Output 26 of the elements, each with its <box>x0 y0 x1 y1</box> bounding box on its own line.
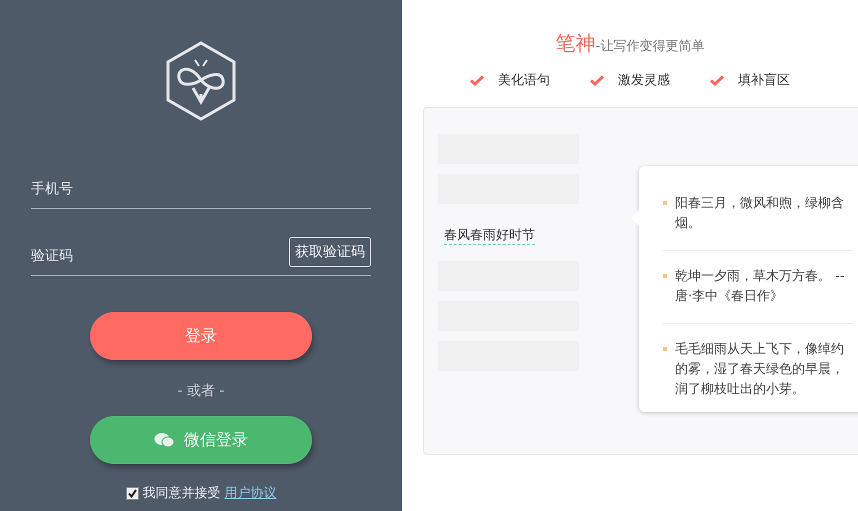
feature-label: 激发灵感 <box>618 72 670 89</box>
suggestion-text: 阳春三月，微风和煦，绿柳含烟。 <box>675 195 845 233</box>
bullet-icon <box>663 201 667 205</box>
feature-label: 美化语句 <box>498 72 550 89</box>
suggestion-text: 乾坤一夕雨，草木万方春。 --唐·李中《春日作》 <box>675 268 846 306</box>
agree-checkbox[interactable] <box>126 486 138 500</box>
suggestion-text: 毛毛细雨从天上飞下，像绰约的雾，湿了春天绿色的早晨，润了柳枝吐出的小芽。 <box>675 341 845 399</box>
check-icon <box>710 74 724 86</box>
wechat-login-button[interactable]: 微信登录 <box>90 416 312 464</box>
tagline: -让写作变得更简单 <box>596 38 704 55</box>
check-icon <box>470 74 484 86</box>
get-code-button[interactable]: 获取验证码 <box>289 237 371 267</box>
brand-name: 笔神 <box>556 30 596 57</box>
login-button[interactable]: 登录 <box>90 312 312 360</box>
bee-logo-icon <box>165 40 237 122</box>
code-field[interactable]: 验证码 <box>31 244 231 268</box>
feature-label: 填补盲区 <box>738 72 790 89</box>
user-agreement-link[interactable]: 用户协议 <box>224 484 276 502</box>
sample-sentence: 春风春雨好时节 <box>444 226 535 245</box>
check-icon <box>590 74 604 86</box>
chat-bubbles-icon <box>154 432 174 448</box>
bullet-icon <box>663 347 667 351</box>
separator-text: - 或者 - <box>177 382 224 400</box>
agreement-text: 我同意并接受 <box>142 485 220 502</box>
bullet-icon <box>663 274 667 278</box>
phone-field[interactable]: 手机号 <box>31 177 231 201</box>
